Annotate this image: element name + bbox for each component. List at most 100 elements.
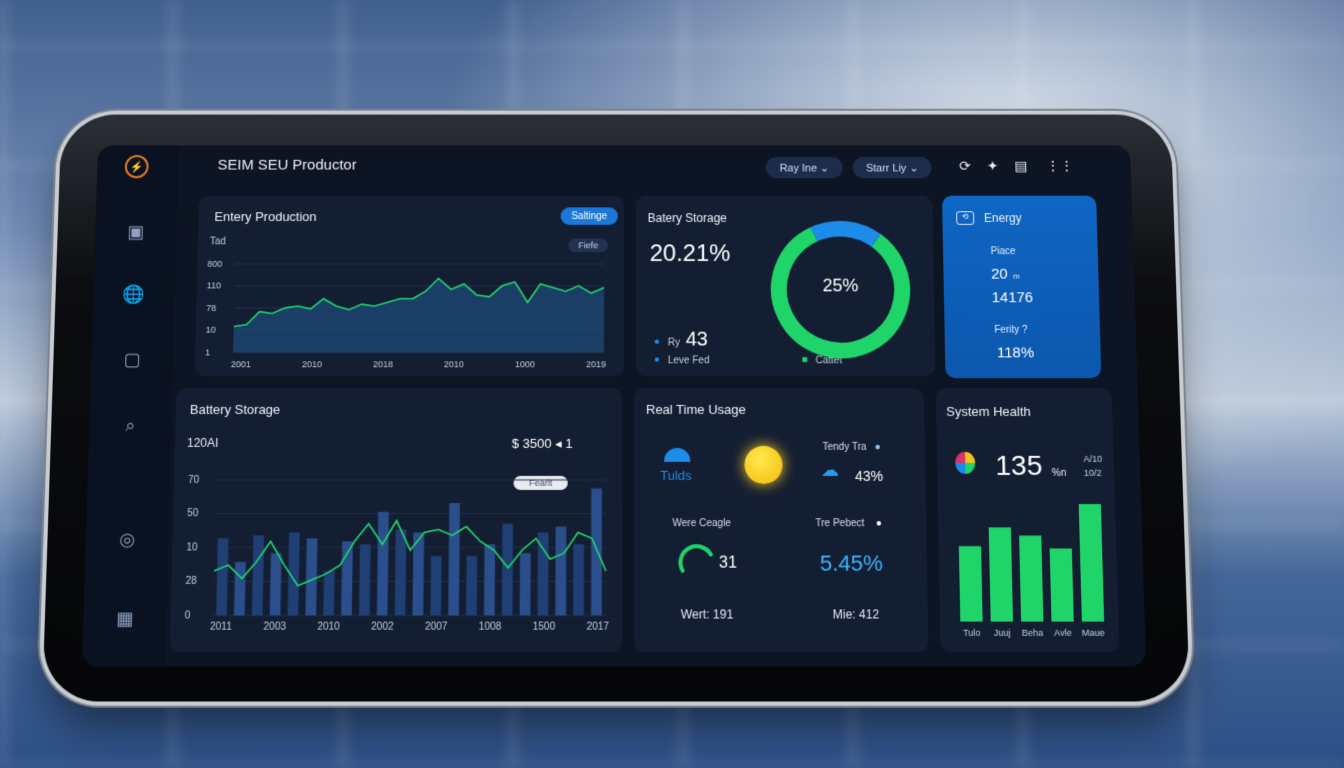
filter-dropdown-2[interactable]: Starr Liy ⌄ <box>853 157 932 178</box>
bar <box>502 524 513 616</box>
document-icon[interactable]: ▣ <box>123 219 149 244</box>
row2-right-label: Tre Pebect <box>815 518 864 529</box>
x-tick-label: 2010 <box>444 359 464 369</box>
sun-icon <box>744 446 782 484</box>
dashboard-screen: ⚡ ▣ 🌐 ▢ ⌕ ◎ ▦ SEIM SEU Productor Ray Ine… <box>82 145 1146 666</box>
bar <box>359 544 371 615</box>
bar <box>520 553 531 615</box>
x-tick-label: 2010 <box>317 621 340 632</box>
bar <box>323 571 334 616</box>
cloud-icon: ☁ <box>821 460 839 481</box>
bar <box>305 538 317 615</box>
bar <box>1079 504 1104 622</box>
y-tick-label: 0 <box>185 610 191 621</box>
y-tick-label: 10 <box>186 542 198 553</box>
app-title: SEIM SEU Productor <box>217 157 356 173</box>
bar <box>252 535 264 615</box>
x-tick-label: Beha <box>1022 628 1044 638</box>
status-dot-icon: ● <box>876 518 882 529</box>
x-tick-label: Maue <box>1082 628 1105 638</box>
value-1-unit: m <box>1013 272 1020 281</box>
bar <box>430 556 441 615</box>
gauge-icon <box>676 540 717 581</box>
x-tick-label: 1008 <box>479 621 502 632</box>
system-health-card: System Health 135 %n A/10 10/2 Tulo Juuj B… <box>936 388 1119 652</box>
calendar-icon[interactable]: ▤ <box>1014 158 1027 174</box>
y-tick-label: 110 <box>207 281 222 291</box>
y-tick-label: 800 <box>207 259 222 269</box>
x-tick-label: 2002 <box>371 621 394 632</box>
x-tick-label: 2018 <box>373 359 393 369</box>
grid-icon[interactable]: ▦ <box>111 605 138 632</box>
logo-icon[interactable]: ⚡ <box>125 155 149 178</box>
y-tick-label: 1 <box>205 347 210 357</box>
bar <box>989 527 1013 621</box>
tablet-device: ⚡ ▣ 🌐 ▢ ⌕ ◎ ▦ SEIM SEU Productor Ray Ine… <box>42 115 1190 702</box>
status-dot-icon: ● <box>875 442 881 453</box>
row2-left-value: 31 <box>719 555 737 573</box>
filter-dropdown-1[interactable]: Ray Ine ⌄ <box>766 157 843 178</box>
energy-production-card: Entery Production Saltinge Fiefe Tad 800… <box>195 196 624 376</box>
row1-label: Tendy Tra <box>822 442 866 453</box>
footer-right: Mie: 412 <box>833 607 880 621</box>
card-title: Energy <box>984 211 1022 225</box>
bar <box>959 546 983 621</box>
x-tick-label: Tulo <box>963 628 981 638</box>
y-tick-label: 78 <box>206 303 216 313</box>
x-tick-label: 2010 <box>302 359 322 369</box>
label-1: Piace <box>991 246 1016 257</box>
bar <box>216 538 228 615</box>
refresh-icon[interactable]: ⟳ <box>959 158 971 174</box>
value-3: 118% <box>997 345 1035 362</box>
bar <box>1019 536 1043 622</box>
x-tick-label: Juuj <box>994 628 1011 638</box>
value-1: 20 <box>991 266 1008 283</box>
x-tick-label: 2017 <box>587 621 610 632</box>
y-tick-label: 50 <box>187 508 199 519</box>
y-tick-label: 10 <box>206 325 216 335</box>
globe-icon[interactable]: 🌐 <box>121 282 148 308</box>
donut-center-value: 25% <box>811 276 871 297</box>
bar <box>555 527 566 616</box>
tulds-icon <box>664 448 690 462</box>
bar <box>591 488 602 615</box>
x-tick-label: 2003 <box>263 621 286 632</box>
battery-storage-card-bottom: Battery Storage 120AI $ 3500 ◂ 1 Fearlt … <box>170 388 622 652</box>
row1-value: 43% <box>855 468 883 484</box>
bar <box>270 553 282 615</box>
row2-left-label: Were Ceagle <box>672 518 731 529</box>
system-health-bar-chart: Tulo Juuj Beha Avle Maue <box>936 388 1119 652</box>
bar <box>573 544 584 615</box>
folder-icon[interactable]: ▢ <box>119 346 146 372</box>
x-tick-label: Avle <box>1054 628 1072 638</box>
bar <box>1050 549 1074 622</box>
search-icon[interactable]: ⌕ <box>117 412 144 438</box>
footer-left: Wert: 191 <box>681 607 734 621</box>
energy-production-chart: 800 110 78 10 1 2001 2010 2018 2010 1000 2019 <box>195 196 624 376</box>
x-tick-label: 2011 <box>210 621 233 632</box>
row2-right-value: 5.45% <box>820 550 883 576</box>
y-tick-label: 70 <box>188 475 200 486</box>
bar <box>484 544 495 615</box>
top-bar: SEIM SEU Productor Ray Ine ⌄ Starr Liy ⌄… <box>178 145 1132 189</box>
value-2: 14176 <box>991 289 1033 306</box>
bar <box>448 503 460 615</box>
battery-combo-chart: 70 50 10 28 0 2011 2003 2010 2002 2007 1008 1500 201… <box>170 388 622 652</box>
side-rail: ⚡ ▣ 🌐 ▢ ⌕ ◎ ▦ <box>82 145 179 666</box>
database-icon[interactable]: ◎ <box>114 526 141 552</box>
bar <box>537 533 548 616</box>
x-tick-label: 1000 <box>515 359 535 369</box>
x-tick-label: 1500 <box>533 621 556 632</box>
bar <box>395 530 407 616</box>
bar <box>234 562 246 615</box>
realtime-usage-card: Real Time Usage Tulds Tendy Tra ● ☁ 43% … <box>634 388 928 652</box>
bird-icon[interactable]: ✦ <box>987 158 999 174</box>
battery-donut-chart <box>636 196 936 376</box>
y-tick-label: 28 <box>185 576 197 587</box>
more-icon[interactable]: ⋮⋮ <box>1046 158 1074 174</box>
tulds-label: Tulds <box>660 468 691 483</box>
energy-summary-card: ⟲ Energy Piace 20 m 14176 Ferity ? 118% <box>942 196 1101 378</box>
card-title: Real Time Usage <box>646 402 746 417</box>
label-2: Ferity ? <box>994 325 1027 336</box>
x-tick-label: 2019 <box>586 359 606 369</box>
